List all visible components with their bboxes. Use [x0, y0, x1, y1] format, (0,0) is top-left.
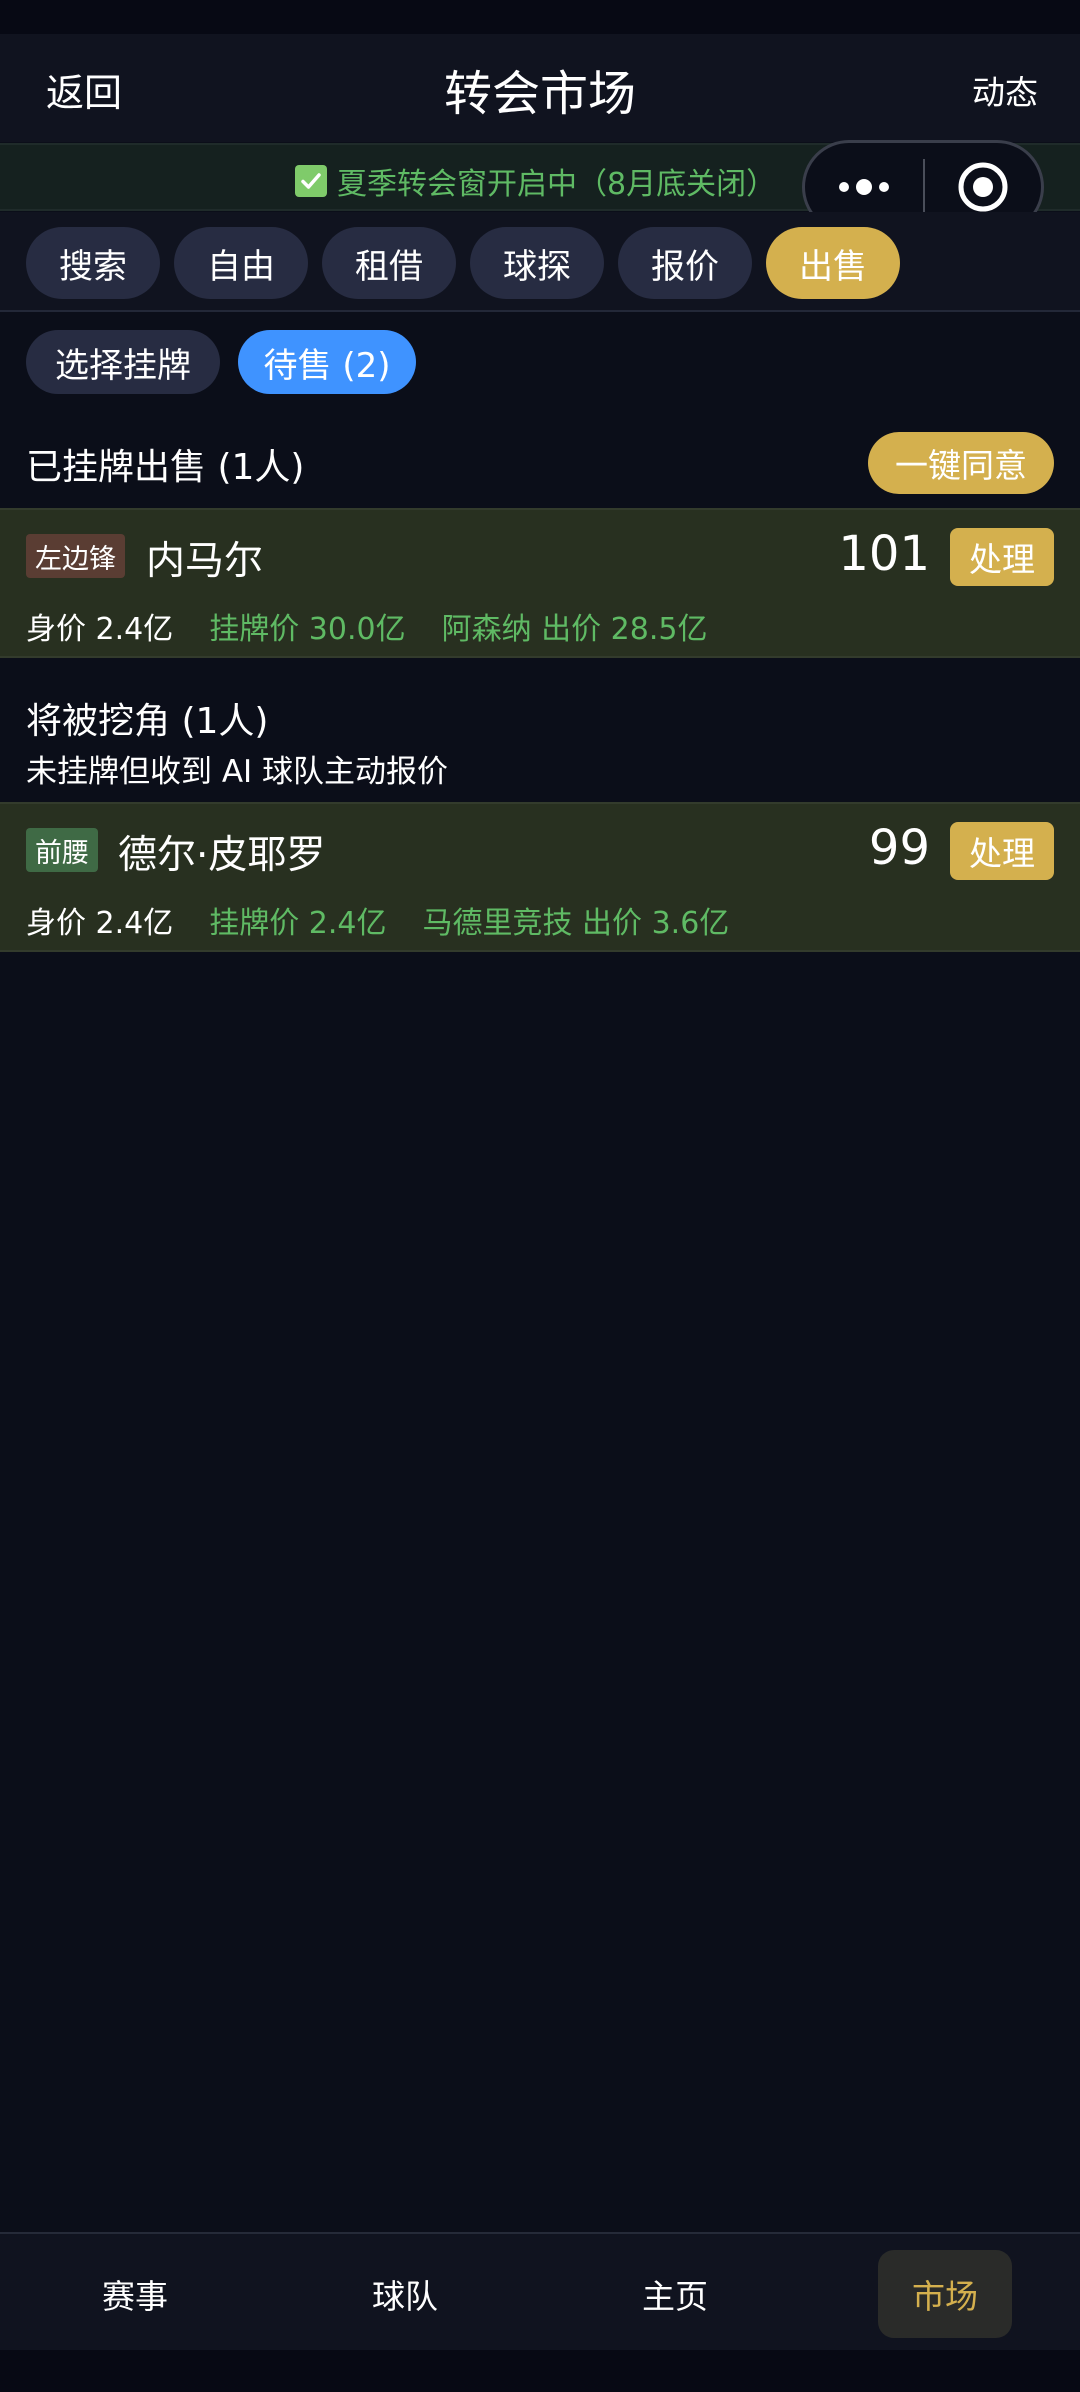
tab-scout[interactable]: 球探 — [470, 227, 604, 299]
tab-free[interactable]: 自由 — [174, 227, 308, 299]
check-icon — [295, 165, 327, 197]
tab-search[interactable]: 搜索 — [26, 227, 160, 299]
tab-loan[interactable]: 租借 — [322, 227, 456, 299]
subtab-select-listing[interactable]: 选择挂牌 — [26, 330, 220, 394]
notice-text: 夏季转会窗开启中（8月底关闭） — [337, 167, 777, 202]
player-name: 德尔·皮耶罗 — [118, 833, 326, 878]
player-row: 前腰 德尔·皮耶罗 99 处理 身价 2.4亿 挂牌价 2.4亿 马德里竞技 出… — [0, 802, 1080, 952]
tab-sell[interactable]: 出售 — [766, 227, 900, 299]
player-rating: 99 — [868, 820, 930, 876]
notice-content: 夏季转会窗开启中（8月底关闭） — [295, 159, 776, 203]
poach-section-title: 将被挖角 (1人) — [26, 701, 269, 742]
player-info-line: 身价 2.4亿 挂牌价 30.0亿 阿森纳 出价 28.5亿 — [26, 604, 743, 648]
subtab-pending-sale[interactable]: 待售 (2) — [238, 330, 416, 394]
list-price: 挂牌价 2.4亿 — [209, 906, 387, 941]
activity-button[interactable]: 动态 — [972, 66, 1038, 114]
header-bar: 返回 转会市场 动态 — [0, 34, 1080, 142]
poach-section-subtitle: 未挂牌但收到 AI 球队主动报价 — [26, 754, 449, 790]
handle-button[interactable]: 处理 — [950, 822, 1054, 880]
back-button[interactable]: 返回 — [46, 62, 122, 117]
agree-all-button[interactable]: 一键同意 — [868, 432, 1054, 494]
player-name: 内马尔 — [146, 539, 264, 584]
player-row: 左边锋 内马尔 101 处理 身价 2.4亿 挂牌价 30.0亿 阿森纳 出价 … — [0, 508, 1080, 658]
position-badge: 左边锋 — [26, 534, 125, 578]
filter-tabs: 搜索 自由 租借 球探 报价 出售 — [0, 212, 1080, 312]
home-indicator-area — [0, 2350, 1080, 2392]
bottom-nav: 赛事 球队 主页 市场 — [0, 2232, 1080, 2350]
transfer-market-screen: 返回 转会市场 动态 夏季转会窗开启中（8月底关闭） 搜索 自由 租借 球探 报… — [0, 0, 1080, 2392]
tab-offers[interactable]: 报价 — [618, 227, 752, 299]
nav-item-matches[interactable]: 赛事 — [68, 2250, 202, 2338]
club-offer: 马德里竞技 出价 3.6亿 — [422, 906, 730, 941]
status-bar — [0, 0, 1080, 34]
position-badge: 前腰 — [26, 828, 98, 872]
handle-button[interactable]: 处理 — [950, 528, 1054, 586]
list-price: 挂牌价 30.0亿 — [209, 612, 406, 647]
nav-item-team[interactable]: 球队 — [338, 2250, 472, 2338]
club-offer: 阿森纳 出价 28.5亿 — [441, 612, 708, 647]
player-rating: 101 — [838, 526, 930, 582]
nav-item-home[interactable]: 主页 — [608, 2250, 742, 2338]
market-value: 身价 2.4亿 — [26, 906, 174, 941]
listed-section-title: 已挂牌出售 (1人) — [26, 447, 305, 488]
page-title: 转会市场 — [443, 66, 636, 122]
nav-item-market[interactable]: 市场 — [878, 2250, 1012, 2338]
player-info-line: 身价 2.4亿 挂牌价 2.4亿 马德里竞技 出价 3.6亿 — [26, 898, 765, 942]
market-value: 身价 2.4亿 — [26, 612, 174, 647]
